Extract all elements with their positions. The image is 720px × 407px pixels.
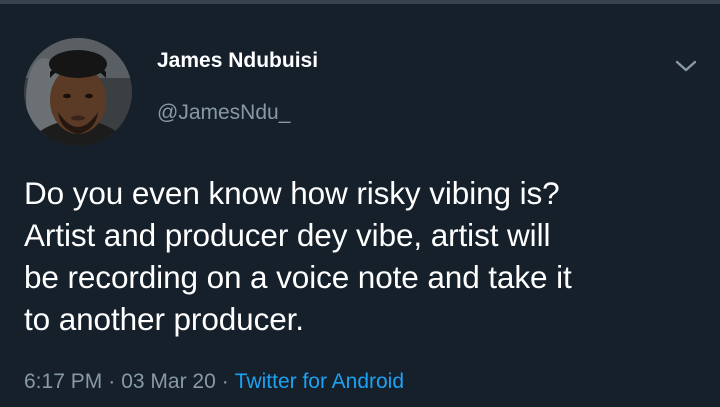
tweet-text-line: Artist and producer dey vibe, artist wil… bbox=[24, 217, 551, 253]
meta-separator: · bbox=[221, 370, 229, 393]
avatar[interactable] bbox=[24, 38, 132, 146]
tweet-text-line: be recording on a voice note and take it bbox=[24, 259, 572, 295]
chevron-down-icon bbox=[675, 60, 697, 72]
tweet-text-line: Do you even know how risky vibing is? bbox=[24, 175, 560, 211]
tweet-time[interactable]: 6:17 PM bbox=[24, 370, 102, 393]
meta-separator: · bbox=[108, 370, 116, 393]
tweet-source-link[interactable]: Twitter for Android bbox=[235, 370, 404, 393]
avatar-image bbox=[24, 38, 132, 146]
display-name[interactable]: James Ndubuisi bbox=[157, 49, 318, 73]
tweet-date[interactable]: 03 Mar 20 bbox=[121, 370, 216, 393]
tweet-text: Do you even know how risky vibing is? Ar… bbox=[24, 172, 704, 340]
handle[interactable]: @JamesNdu_ bbox=[157, 101, 290, 125]
tweet-text-line: to another producer. bbox=[24, 301, 304, 337]
more-options-button[interactable] bbox=[670, 50, 702, 82]
tweet-meta: 6:17 PM · 03 Mar 20 · Twitter for Android bbox=[24, 370, 404, 394]
tweet-detail: James Ndubuisi @JamesNdu_ Do you even kn… bbox=[0, 4, 720, 407]
